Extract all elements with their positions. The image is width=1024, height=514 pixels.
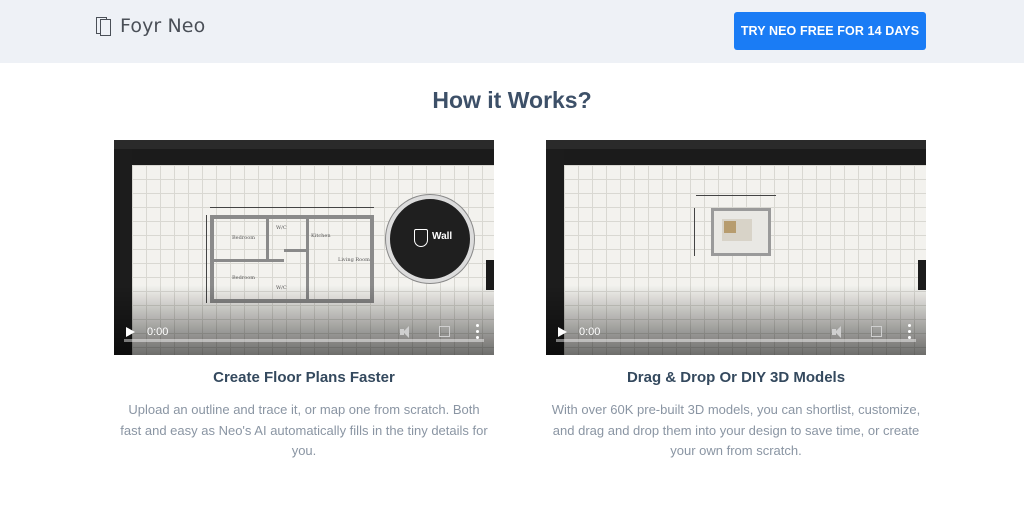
site-header: Foyr Neo TRY NEO FREE FOR 14 DAYS	[0, 0, 1024, 63]
feature-card-3d-models: 0:00 Drag & Drop Or DIY 3D Models With o…	[546, 140, 926, 462]
video-progress-bar[interactable]	[124, 339, 484, 342]
video-controls: 0:00	[546, 315, 926, 355]
fullscreen-icon[interactable]	[439, 326, 450, 337]
wall-tool-highlight: Wall	[386, 195, 474, 283]
video-time: 0:00	[147, 326, 169, 338]
pen-tool-icon	[414, 229, 428, 247]
video-app-topbar	[546, 140, 926, 149]
brand-logo[interactable]: Foyr Neo	[96, 15, 205, 37]
video-app-toolbar	[546, 149, 926, 165]
volume-icon[interactable]	[832, 326, 846, 338]
video-app-toolbar	[114, 149, 494, 165]
room-with-furniture	[711, 208, 771, 256]
free-trial-button[interactable]: TRY NEO FREE FOR 14 DAYS	[734, 12, 926, 50]
card-title: Drag & Drop Or DIY 3D Models	[626, 369, 846, 386]
video-app-topbar	[114, 140, 494, 149]
video-player[interactable]: 0:00	[546, 140, 926, 355]
play-icon[interactable]	[558, 327, 567, 337]
brand-name: Foyr Neo	[120, 15, 206, 37]
video-player[interactable]: Bedroom W/C Kitchen Living Room Bedroom …	[114, 140, 494, 355]
section-title: How it Works?	[432, 87, 592, 113]
more-options-icon[interactable]	[476, 324, 480, 340]
card-description: Upload an outline and trace it, or map o…	[120, 402, 488, 458]
video-progress-bar[interactable]	[556, 339, 916, 342]
feature-card-floor-plans: Bedroom W/C Kitchen Living Room Bedroom …	[114, 140, 494, 462]
fullscreen-icon[interactable]	[871, 326, 882, 337]
video-controls: 0:00	[114, 315, 494, 355]
more-options-icon[interactable]	[908, 324, 912, 340]
card-title: Create Floor Plans Faster	[213, 369, 395, 386]
video-time: 0:00	[579, 326, 601, 338]
logo-icon	[96, 16, 114, 36]
volume-icon[interactable]	[400, 326, 414, 338]
page-scrollbar[interactable]	[1018, 0, 1024, 514]
play-icon[interactable]	[126, 327, 135, 337]
wall-tool-label: Wall	[432, 231, 453, 242]
card-description: With over 60K pre-built 3D models, you c…	[551, 402, 921, 458]
